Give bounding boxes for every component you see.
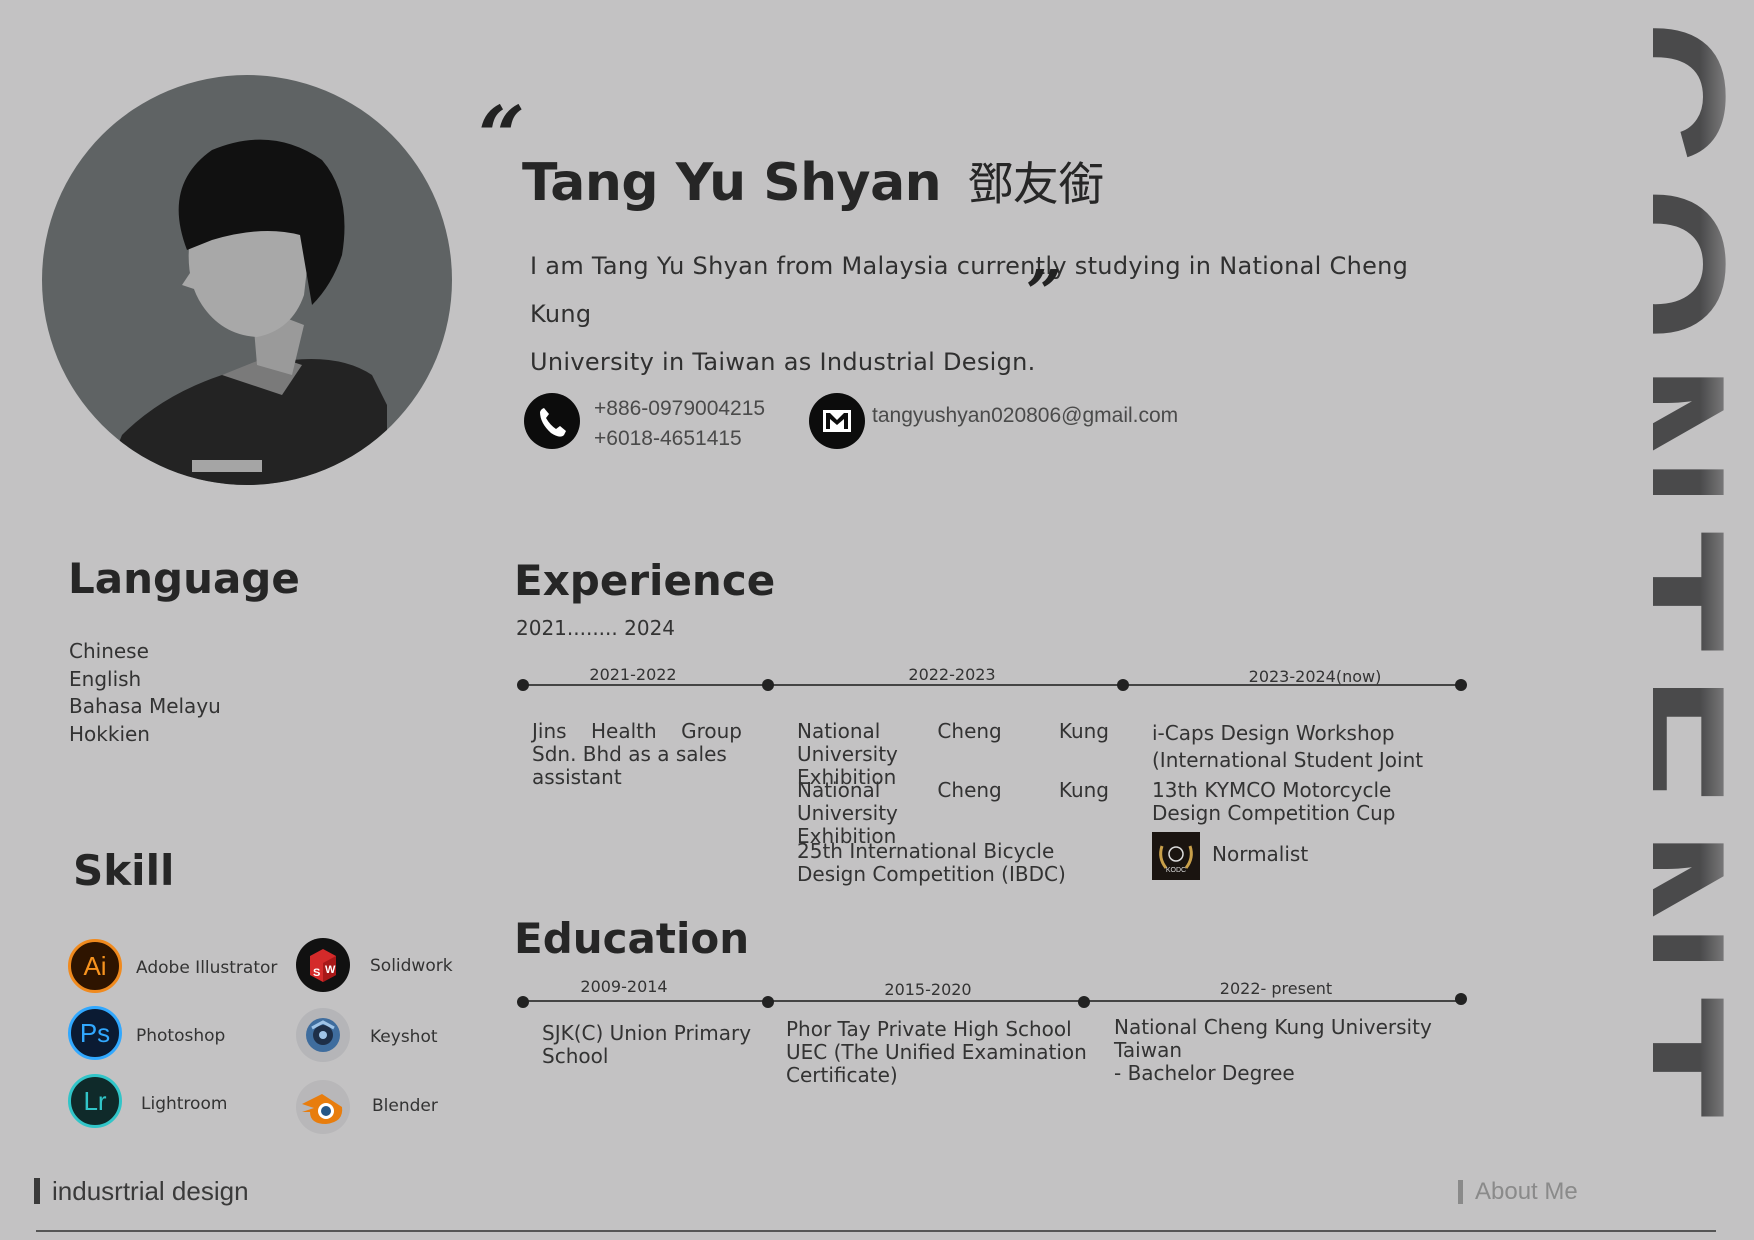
experience-line: Normalist bbox=[1212, 842, 1309, 866]
experience-item: 25th International Bicycle Design Compet… bbox=[797, 840, 1109, 886]
person-silhouette bbox=[102, 139, 387, 485]
language-item: Bahasa Melayu bbox=[69, 694, 221, 718]
experience-line: Design Competition Cup bbox=[1152, 801, 1396, 825]
timeline-label: 2022- present bbox=[1219, 979, 1333, 998]
experience-item: 13th KYMCO Motorcycle Design Competition… bbox=[1152, 779, 1432, 825]
person-name: Tang Yu Shyan 鄧友銜 bbox=[522, 148, 1104, 214]
solidworks-icon: SW bbox=[296, 938, 350, 992]
intro-line-2: University in Taiwan as Industrial Desig… bbox=[530, 348, 1036, 376]
experience-line: National Cheng Kung University bbox=[797, 719, 1109, 766]
education-heading: Education bbox=[514, 914, 750, 963]
timeline-label: 2023-2024(now) bbox=[1248, 667, 1382, 686]
photoshop-icon: Ps bbox=[68, 1006, 122, 1060]
open-quote-mark: “ bbox=[478, 89, 526, 185]
phone-numbers: +886-0979004215 +6018-4651415 bbox=[594, 394, 765, 454]
timeline-label: 2015-2020 bbox=[884, 980, 972, 999]
timeline-dot bbox=[517, 679, 529, 691]
timeline-dot bbox=[517, 996, 529, 1008]
language-item: English bbox=[69, 666, 142, 691]
footer-page-label: About Me bbox=[1458, 1180, 1578, 1204]
lightroom-icon: Lr bbox=[68, 1074, 122, 1128]
skill-label: Photoshop bbox=[136, 1026, 226, 1046]
experience-period: 2021........ 2024 bbox=[516, 616, 676, 640]
profile-photo bbox=[42, 75, 452, 485]
svg-text:S: S bbox=[313, 967, 320, 979]
experience-line: (International Student Joint bbox=[1152, 748, 1424, 772]
language-item: Chinese bbox=[69, 639, 149, 663]
adobe-illustrator-icon: Ai bbox=[68, 939, 122, 993]
experience-heading: Experience bbox=[514, 556, 776, 605]
close-quote-mark: ” bbox=[1026, 256, 1062, 329]
skill-label: Blender bbox=[372, 1096, 438, 1116]
education-line: Certificate) bbox=[786, 1063, 898, 1087]
blender-icon bbox=[296, 1080, 350, 1134]
skill-heading: Skill bbox=[73, 846, 175, 895]
timeline-dot bbox=[1078, 996, 1090, 1008]
experience-line: Jins Health Group Sdn. Bhd as a sales bbox=[532, 719, 742, 766]
illustrator-abbr: Ai bbox=[83, 951, 107, 981]
education-line: SJK(C) Union Primary bbox=[542, 1021, 752, 1045]
footer-divider bbox=[36, 1230, 1716, 1232]
timeline-label: 2022-2023 bbox=[908, 665, 996, 684]
experience-item: National Cheng Kung University Exhibitio… bbox=[797, 779, 1109, 848]
education-item: SJK(C) Union Primary School bbox=[542, 1022, 762, 1068]
skill-label: Lightroom bbox=[141, 1094, 228, 1114]
side-fade-overlay bbox=[1700, 0, 1754, 1240]
skill-label: Adobe Illustrator bbox=[136, 958, 278, 978]
phone-number-tw[interactable]: +886-0979004215 bbox=[594, 394, 765, 424]
education-line: School bbox=[542, 1044, 609, 1068]
badge-text: KODC bbox=[1166, 867, 1186, 874]
experience-line: i-Caps Design Workshop bbox=[1152, 721, 1395, 745]
photoshop-abbr: Ps bbox=[79, 1018, 111, 1048]
timeline-dot bbox=[1455, 993, 1467, 1005]
experience-line: Design Competition (IBDC) bbox=[797, 862, 1066, 886]
timeline-label: 2009-2014 bbox=[580, 977, 668, 996]
footer-section-label: indusrtrial design bbox=[34, 1178, 249, 1204]
timeline-dot bbox=[762, 679, 774, 691]
keyshot-icon bbox=[296, 1008, 350, 1062]
name-chinese: 鄧友銜 bbox=[967, 157, 1104, 211]
education-timeline bbox=[523, 1000, 1461, 1002]
experience-line: assistant bbox=[532, 765, 622, 789]
education-item: Phor Tay Private High School UEC (The Un… bbox=[786, 1018, 1091, 1087]
experience-line: 13th KYMCO Motorcycle bbox=[1152, 778, 1392, 802]
education-line: - Bachelor Degree bbox=[1114, 1061, 1295, 1085]
svg-text:W: W bbox=[325, 964, 336, 976]
timeline-dot bbox=[1455, 679, 1467, 691]
education-line: National Cheng Kung University bbox=[1114, 1015, 1432, 1039]
language-item: Hokkien bbox=[69, 721, 150, 746]
experience-item: Jins Health Group Sdn. Bhd as a sales as… bbox=[532, 720, 742, 789]
phone-icon bbox=[524, 393, 580, 449]
timeline-dot bbox=[762, 996, 774, 1008]
education-line: UEC (The Unified Examination bbox=[786, 1040, 1087, 1064]
lightroom-abbr: Lr bbox=[83, 1086, 107, 1116]
timeline-dot bbox=[1117, 679, 1129, 691]
education-item: National Cheng Kung University Taiwan - … bbox=[1114, 1016, 1456, 1085]
email-address[interactable]: tangyushyan020806@gmail.com bbox=[872, 404, 1178, 428]
education-line: Phor Tay Private High School bbox=[786, 1017, 1072, 1041]
language-list: Chinese English Bahasa Melayu Hokkien bbox=[69, 638, 221, 748]
education-line: Taiwan bbox=[1114, 1038, 1183, 1062]
experience-line: National Cheng Kung University bbox=[797, 778, 1109, 825]
language-heading: Language bbox=[68, 554, 300, 603]
experience-item: i-Caps Design Workshop (International St… bbox=[1152, 720, 1432, 774]
skill-label: Solidwork bbox=[370, 956, 453, 976]
intro-text: I am Tang Yu Shyan from Malaysia current… bbox=[530, 242, 1470, 386]
mail-icon bbox=[809, 393, 865, 449]
phone-number-my[interactable]: +6018-4651415 bbox=[594, 424, 765, 454]
award-badge-icon: KODC bbox=[1152, 832, 1200, 880]
skill-label: Keyshot bbox=[370, 1027, 438, 1047]
intro-line-1: I am Tang Yu Shyan from Malaysia current… bbox=[530, 252, 1409, 328]
experience-line: 25th International Bicycle bbox=[797, 839, 1055, 863]
timeline-label: 2021-2022 bbox=[589, 665, 677, 684]
name-latin: Tang Yu Shyan bbox=[522, 153, 942, 213]
